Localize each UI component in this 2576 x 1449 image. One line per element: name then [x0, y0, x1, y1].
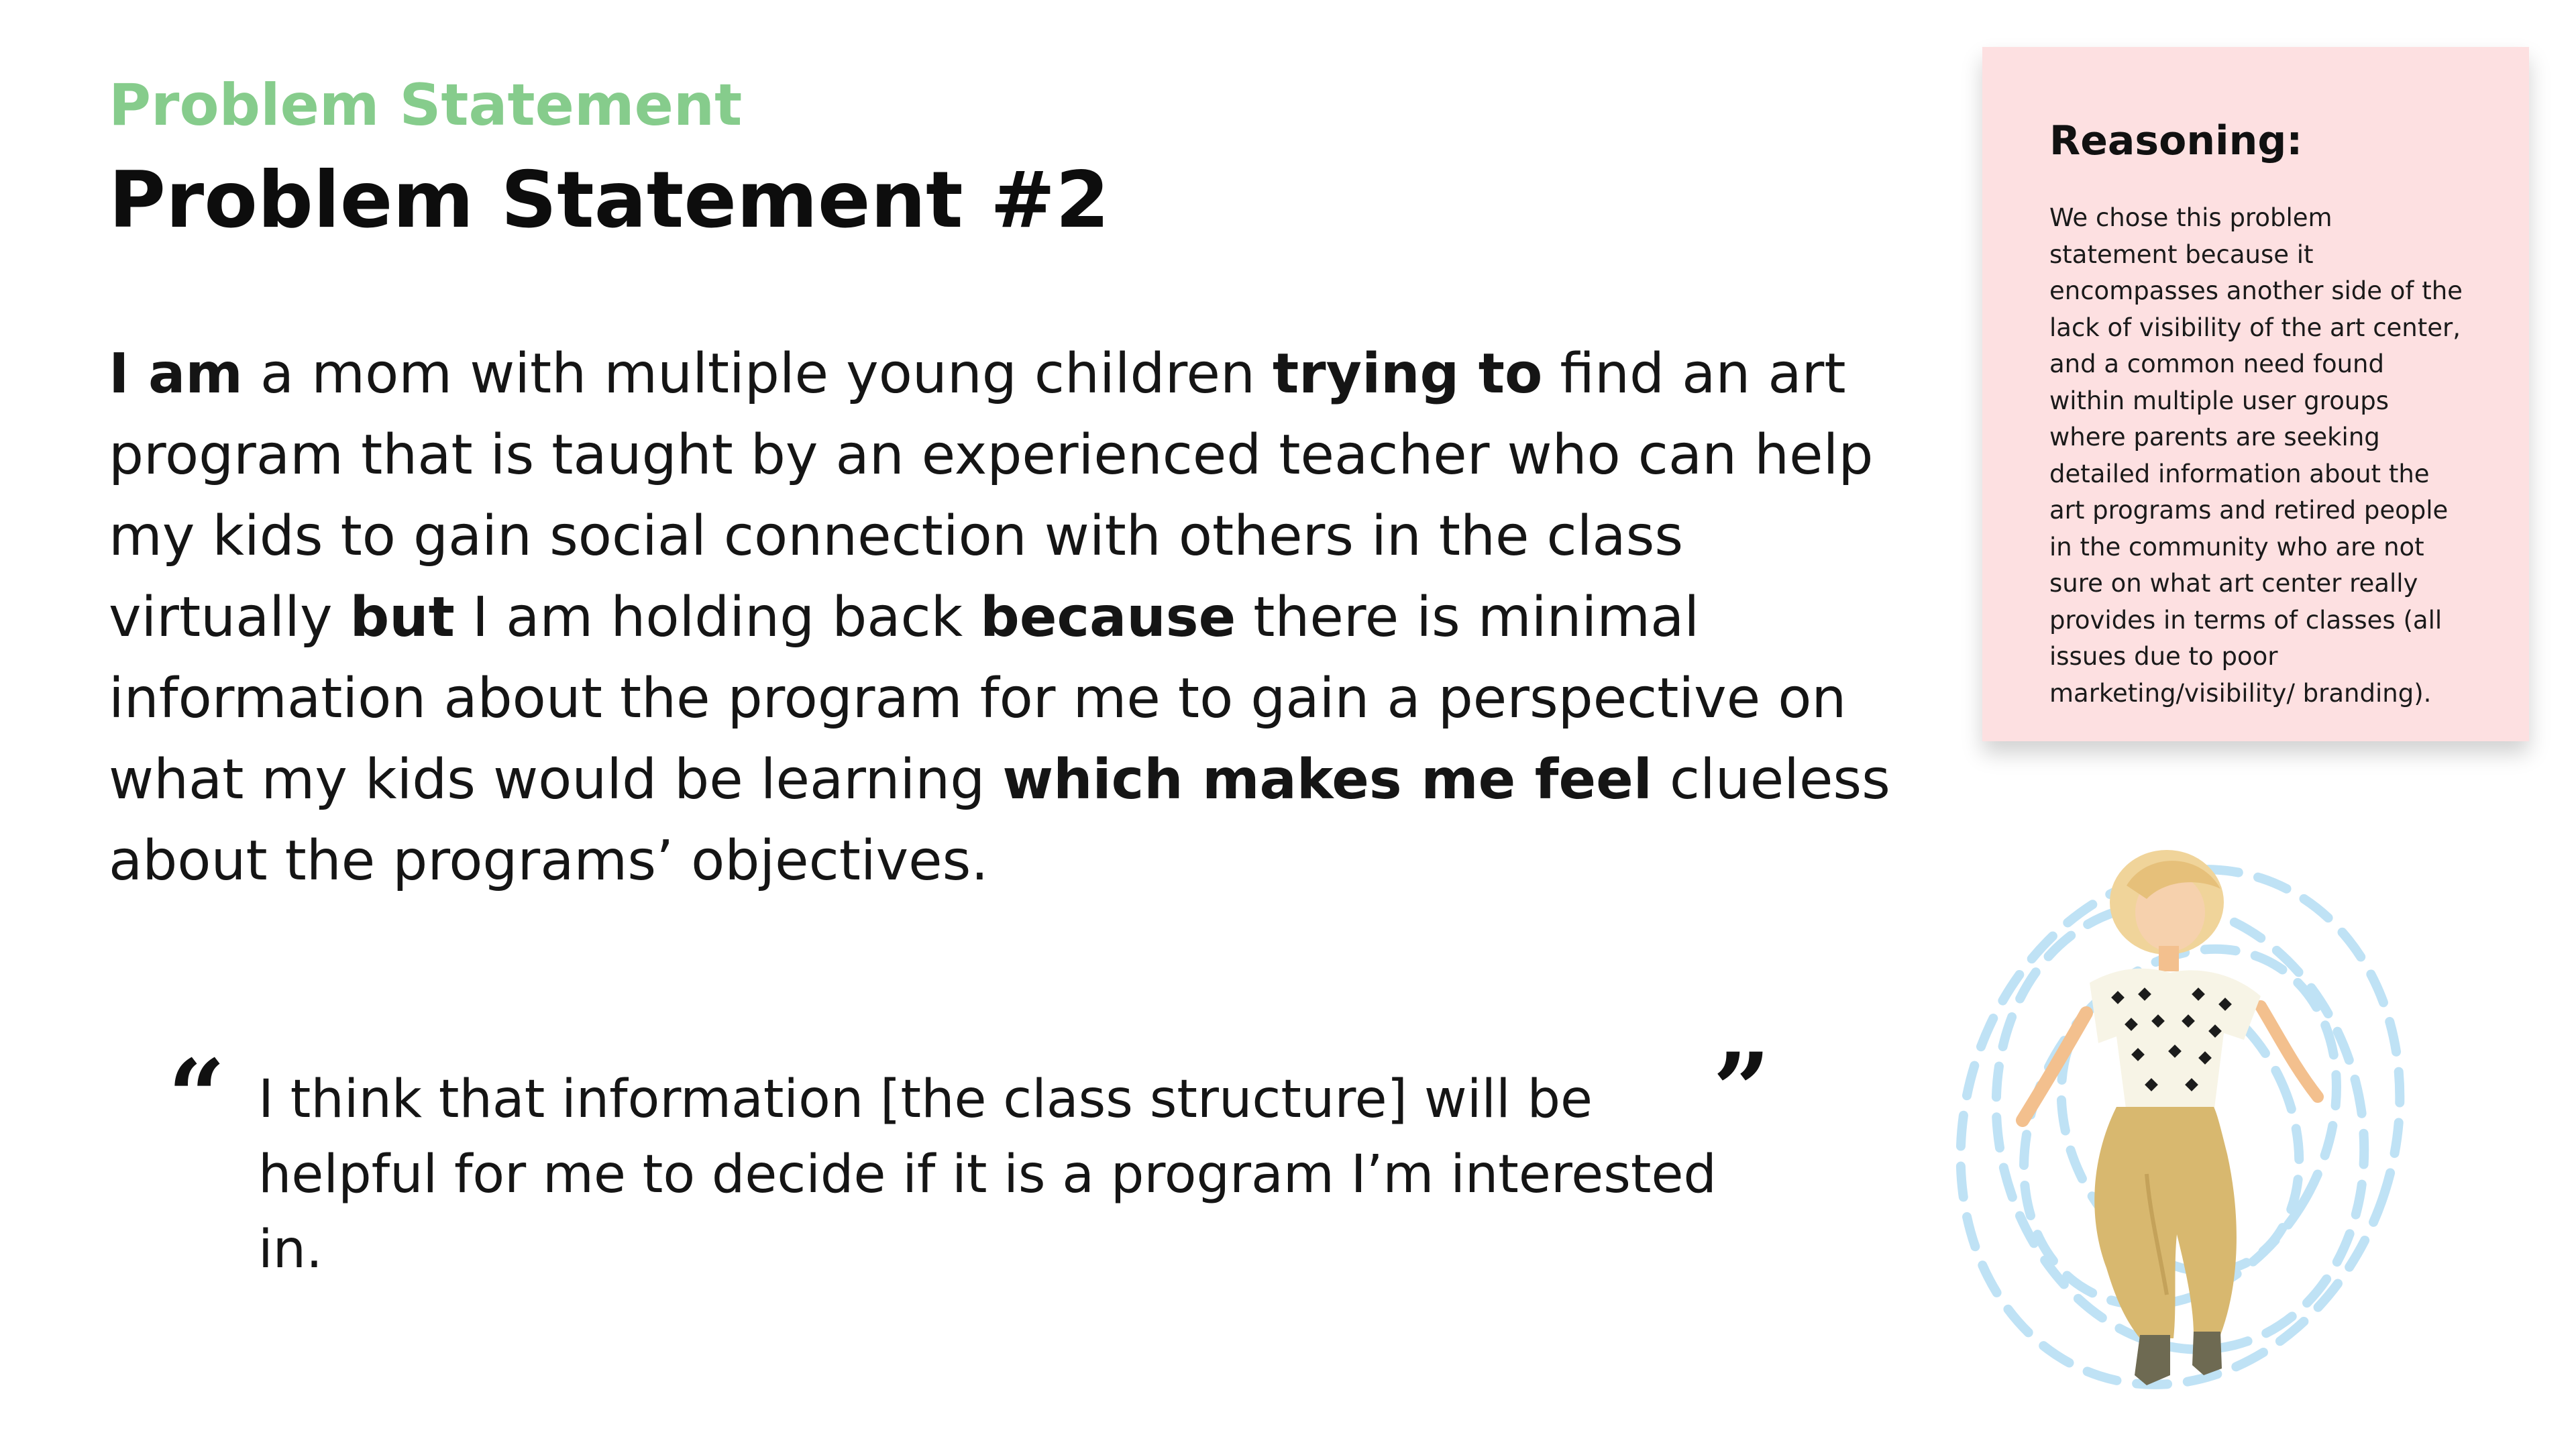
- statement-keyword: because: [980, 586, 1236, 649]
- section-eyebrow: Problem Statement: [109, 72, 743, 139]
- reasoning-heading: Reasoning:: [2049, 117, 2303, 164]
- open-quote-icon: “: [168, 1038, 226, 1156]
- statement-keyword: trying to: [1272, 342, 1543, 406]
- reasoning-body: We chose this problem statement because …: [2049, 203, 2463, 708]
- user-quote: I think that information [the class stru…: [258, 1069, 1717, 1280]
- statement-segment: a mom with multiple young children: [242, 342, 1273, 406]
- statement-keyword: I am: [109, 342, 243, 406]
- reasoning-card: Reasoning: We chose this problem stateme…: [1982, 47, 2529, 741]
- statement-keyword: but: [350, 586, 455, 649]
- woman-dancing-illustration-icon: [1955, 850, 2405, 1389]
- close-quote-icon: ”: [1713, 1031, 1771, 1149]
- slide: Problem Statement Problem Statement #2 I…: [0, 0, 2576, 1449]
- page-title: Problem Statement #2: [109, 155, 1110, 246]
- statement-segment: I am holding back: [454, 586, 981, 649]
- statement-keyword: which makes me feel: [1002, 748, 1652, 812]
- problem-statement-text: I am a mom with multiple young children …: [109, 333, 1907, 902]
